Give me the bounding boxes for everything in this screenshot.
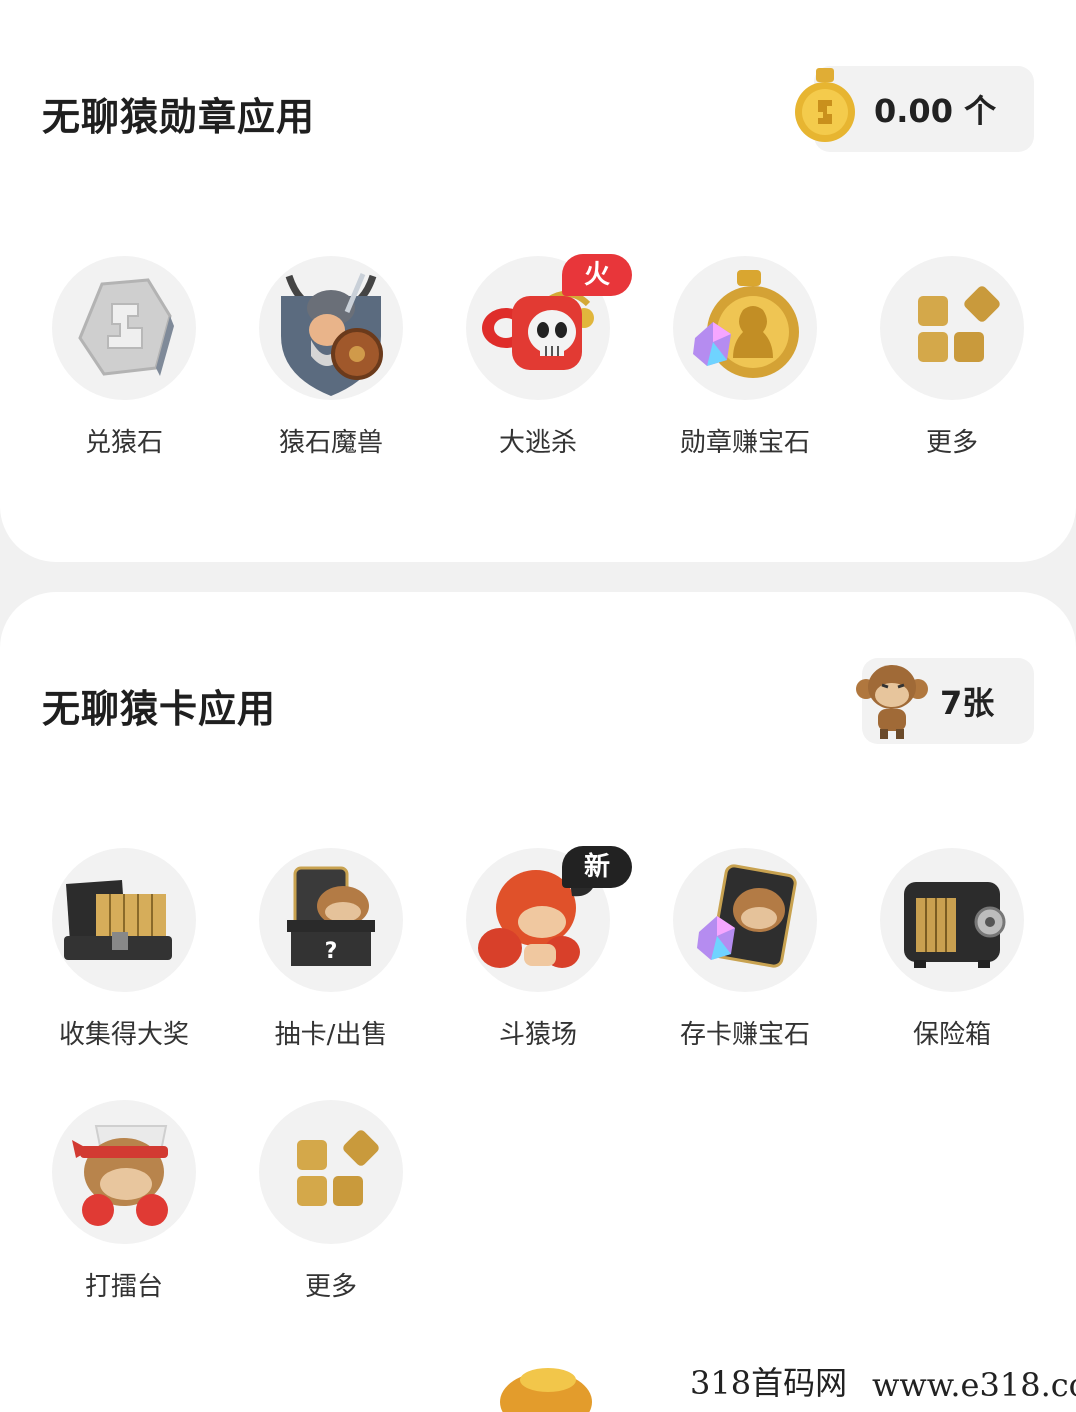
card-section-title: 无聊猿卡应用 [42, 687, 277, 731]
app-label: 存卡赚宝石 [679, 1020, 810, 1050]
card-gem-icon [697, 864, 797, 968]
ape-stone-icon [78, 278, 174, 376]
app-label: 保险箱 [912, 1020, 991, 1050]
app-item-exchange-ape-stone[interactable]: 兑猿石 [34, 256, 214, 459]
app-label: 打擂台 [84, 1272, 163, 1302]
new-badge: 新 [562, 846, 632, 888]
medal-gem-icon [693, 270, 799, 378]
svg-text:?: ? [325, 939, 338, 964]
app-item-medal-earn-gems[interactable]: 勋章赚宝石 [655, 256, 835, 459]
medal-balance-value: 0.00 个 [874, 92, 997, 130]
app-label: 更多 [925, 428, 978, 458]
medal-apps-card: 无聊猿勋章应用 0.00 个 兑猿石 猿石魔兽 火 大逃杀 勋章赚宝石 更多 [0, 0, 1076, 562]
app-item-collect-grand-prize[interactable]: 收集得大奖 [34, 848, 214, 1051]
watermark-site-name: 318首码网 [690, 1364, 848, 1402]
app-item-ape-arena[interactable]: 新 斗猿场 [448, 846, 632, 1051]
app-label: 收集得大奖 [58, 1020, 189, 1050]
boxer-ape-icon [72, 1125, 168, 1226]
partial-gold-icon [500, 1368, 592, 1412]
app-label: 兑猿石 [84, 428, 163, 458]
app-label: 大逃杀 [498, 428, 577, 458]
app-item-arena-fight[interactable]: 打擂台 [34, 1100, 214, 1303]
app-item-more[interactable]: 更多 [862, 256, 1042, 459]
app-label: 抽卡/出售 [274, 1020, 388, 1050]
app-label: 勋章赚宝石 [679, 428, 810, 458]
safe-icon [904, 882, 1006, 968]
card-count-pill[interactable]: 7张 [856, 658, 1034, 744]
medal-balance-pill[interactable]: 0.00 个 [795, 66, 1034, 152]
card-apps-card: 无聊猿卡应用 7张 收集得大奖 ? 抽卡/出售 新 斗猿场 存卡赚宝石 保险箱 … [0, 592, 1076, 1412]
monkey-avatar-icon [856, 665, 928, 739]
app-item-draw-sell-card[interactable]: ? 抽卡/出售 [241, 848, 421, 1051]
app-label: 更多 [304, 1272, 357, 1302]
hot-badge: 火 [562, 254, 632, 296]
viking-warrior-icon [281, 273, 383, 396]
app-label: 猿石魔兽 [278, 428, 383, 458]
more-blocks-icon [297, 1130, 379, 1206]
app-item-safe[interactable]: 保险箱 [862, 848, 1042, 1051]
app-item-deposit-card-earn-gems[interactable]: 存卡赚宝石 [655, 848, 835, 1051]
gold-medal-icon [795, 68, 855, 142]
card-box-icon [64, 880, 172, 960]
mystery-box-icon: ? [287, 866, 375, 966]
app-item-battle-royale[interactable]: 火 大逃杀 [448, 254, 632, 459]
more-blocks-icon [918, 286, 1000, 362]
card-count-value: 7张 [940, 684, 995, 722]
medal-section-title: 无聊猿勋章应用 [42, 95, 316, 139]
watermark-url: www.e318.co [872, 1366, 1076, 1404]
app-item-more[interactable]: 更多 [241, 1100, 421, 1303]
app-label: 斗猿场 [498, 1020, 577, 1050]
app-item-ape-stone-warcraft[interactable]: 猿石魔兽 [241, 256, 421, 459]
